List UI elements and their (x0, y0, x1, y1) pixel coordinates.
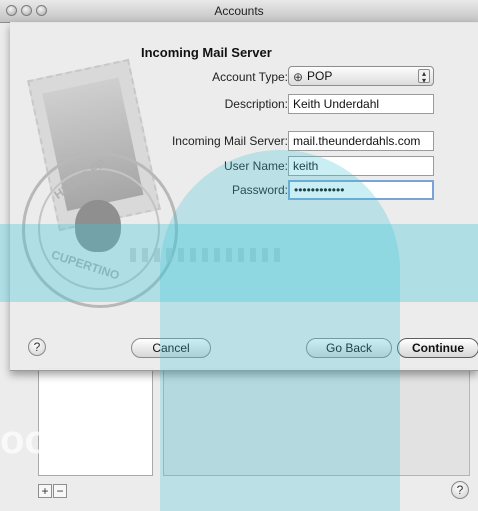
remove-account-button[interactable]: − (53, 484, 67, 498)
continue-button[interactable]: Continue (397, 338, 478, 358)
add-account-button[interactable]: + (38, 484, 52, 498)
help-button[interactable]: ? (28, 338, 46, 356)
window-title: Accounts (214, 4, 264, 18)
help-button-accounts[interactable]: ? (451, 481, 469, 499)
watermark-shape (160, 150, 400, 511)
watermark-text: ooks (0, 418, 94, 462)
account-type-popup[interactable]: ⊕ POP ▴ ▾ (288, 66, 434, 86)
incoming-mail-server-label: Incoming Mail Server: (171, 134, 288, 148)
sheet-heading: Incoming Mail Server (141, 45, 272, 60)
account-type-value: POP (307, 69, 333, 83)
pop-globe-icon: ⊕ (293, 70, 304, 84)
description-label: Description: (224, 97, 288, 111)
popup-stepper-arrows-icon: ▴ ▾ (418, 69, 430, 85)
account-type-label: Account Type: (212, 70, 288, 84)
title-bar: Accounts (0, 0, 478, 23)
description-field[interactable]: Keith Underdahl (288, 94, 434, 114)
incoming-mail-server-field[interactable]: mail.theunderdahls.com (288, 131, 434, 151)
accounts-window: Accounts + − ? HELLO FR CUPERTINO Incomi… (0, 0, 478, 511)
